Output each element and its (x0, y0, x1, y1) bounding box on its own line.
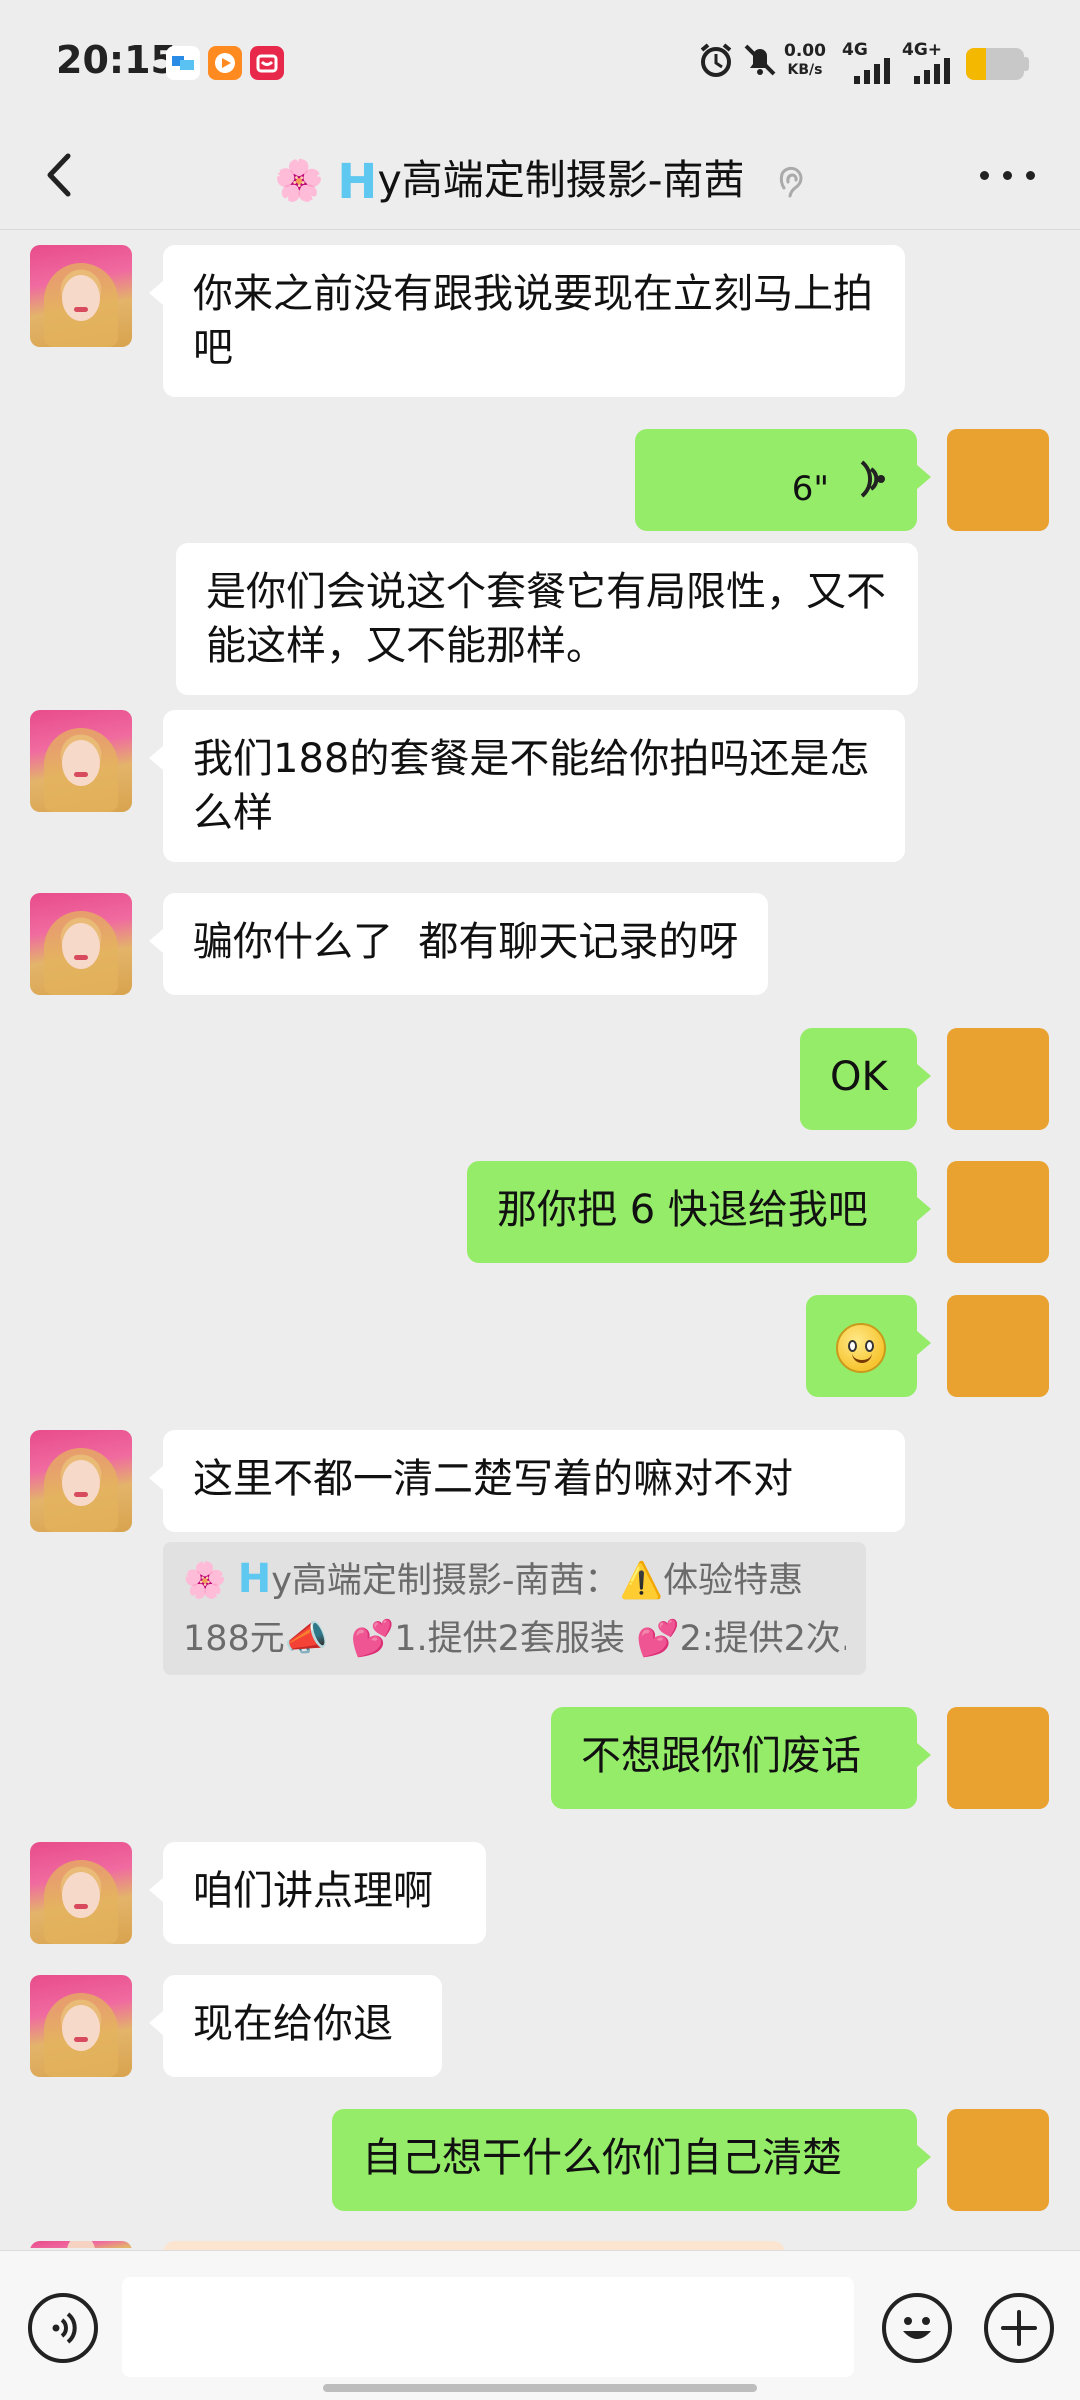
voice-input-icon[interactable] (28, 2293, 98, 2363)
message-text: 不想跟你们废话 (581, 1733, 861, 1779)
contact-avatar[interactable] (30, 245, 132, 347)
my-avatar[interactable] (947, 1161, 1049, 1263)
smile-icon (836, 1323, 886, 1373)
contact-avatar[interactable] (30, 1975, 132, 2077)
message-bubble[interactable]: 这里不都一清二楚写着的嘛对不对 (149, 1430, 905, 1532)
chat-title: 🌸 Hy高端定制摄影-南茜 (0, 146, 1080, 210)
video-app-icon (208, 46, 242, 80)
flower-emoji: 🌸 (274, 158, 325, 204)
quoted-message[interactable]: 🌸 Hy高端定制摄影-南茜：⚠️体验特惠 188元📣 💕1.提供2套服装 💕2:… (163, 1542, 866, 1675)
chat-screen: 20:15 0.00 KB/s 4G 4G+ 🌸 Hy高端定制摄影-南茜 你来之… (0, 0, 1080, 2400)
ear-icon (779, 166, 803, 198)
message-text: 那你把 6 快退给我吧 (497, 1187, 868, 1233)
message-text: 现在给你退 (193, 2001, 393, 2047)
quote-line-1: 🌸 Hy高端定制摄影-南茜：⚠️体验特惠 (183, 1550, 846, 1610)
message-bubble[interactable]: 不想跟你们废话 (551, 1707, 931, 1809)
voice-wave-icon (860, 460, 885, 498)
quote-h-letter: H (237, 1556, 272, 1602)
net-speed-unit: KB/s (787, 62, 823, 78)
my-avatar[interactable] (947, 429, 1049, 531)
message-text: 我们188的套餐是不能给你拍吗还是怎么样 (193, 736, 870, 836)
battery-level (966, 48, 987, 80)
net-speed: 0.00 KB/s (784, 42, 826, 80)
quote-line-2: 188元📣 💕1.提供2套服装 💕2:提供2次... (183, 1619, 846, 1659)
signal-bars-2-icon (914, 58, 950, 84)
signal-bars-icon (854, 58, 890, 84)
my-avatar[interactable] (947, 2109, 1049, 2211)
warning-icon: ⚠️ (619, 1561, 664, 1601)
voice-duration: 6" (791, 469, 829, 509)
contact-avatar[interactable] (30, 1842, 132, 1944)
message-bubble[interactable]: 咱们讲点理啊 (149, 1842, 486, 1944)
contact-avatar[interactable] (30, 710, 132, 812)
contact-avatar[interactable] (30, 1430, 132, 1532)
message-list[interactable]: 你来之前没有跟我说要现在立刻马上拍吧 6" 是你们会说这个套餐它有局限性，又不能… (0, 231, 1080, 2248)
message-bubble[interactable]: 自己想干什么你们自己清楚 (332, 2109, 931, 2211)
message-bubble[interactable]: 骗你什么了 都有聊天记录的呀 (148, 893, 769, 995)
message-bubble[interactable]: 现在给你退 (149, 1975, 442, 2077)
message-bubble[interactable]: 我们188的套餐是不能给你拍吗还是怎么样 (149, 710, 905, 862)
chat-header: 🌸 Hy高端定制摄影-南茜 (0, 120, 1080, 230)
status-time: 20:15 (56, 38, 177, 82)
app-notification-icon (166, 46, 200, 80)
message-bubble[interactable]: 你来之前没有跟我说要现在立刻马上拍吧 (149, 245, 905, 397)
emoji-message-bubble[interactable] (806, 1295, 931, 1397)
battery-icon (966, 48, 1024, 80)
message-bubble[interactable]: 是你们会说这个套餐它有局限性，又不能这样，又不能那样。 (176, 543, 918, 695)
my-avatar[interactable] (947, 1707, 1049, 1809)
my-avatar[interactable] (947, 1295, 1049, 1397)
message-text: 咱们讲点理啊 (193, 1868, 433, 1914)
plus-icon[interactable] (984, 2293, 1054, 2363)
message-bubble[interactable]: 那你把 6 快退给我吧 (467, 1161, 931, 1263)
net-speed-value: 0.00 (784, 41, 826, 61)
contact-avatar[interactable] (30, 2241, 132, 2248)
message-text: OK (830, 1054, 888, 1100)
mute-bell-icon (744, 44, 776, 76)
home-indicator[interactable] (323, 2384, 757, 2392)
message-text: 自己想干什么你们自己清楚 (362, 2135, 842, 2181)
emoji-icon[interactable] (882, 2293, 952, 2363)
quote-sender: y高端定制摄影-南茜： (271, 1561, 620, 1601)
flower-emoji: 🌸 (183, 1561, 227, 1601)
message-text: 你来之前没有跟我说要现在立刻马上拍吧 (193, 271, 873, 371)
more-dots-icon[interactable] (976, 158, 1040, 192)
quote-text-1: 体验特惠 (663, 1561, 804, 1601)
message-text: 骗你什么了 都有聊天记录的呀 (193, 919, 739, 965)
status-bar: 20:15 0.00 KB/s 4G 4G+ (0, 0, 1080, 120)
alarm-icon (700, 43, 732, 77)
message-bubble[interactable]: OK (800, 1028, 931, 1130)
input-bar (0, 2250, 1080, 2400)
title-h-letter: H (337, 154, 378, 210)
message-text: 这里不都一清二楚写着的嘛对不对 (193, 1456, 793, 1502)
contact-avatar[interactable] (30, 893, 132, 995)
chat-title-text: y高端定制摄影-南茜 (377, 156, 745, 204)
battery-tip (1024, 57, 1029, 71)
message-text: 是你们会说这个套餐它有局限性，又不能这样，又不能那样。 (206, 569, 886, 669)
message-input[interactable] (122, 2277, 854, 2377)
voice-message-bubble[interactable]: 6" (635, 429, 931, 531)
my-avatar[interactable] (947, 1028, 1049, 1130)
shop-app-icon (250, 46, 284, 80)
